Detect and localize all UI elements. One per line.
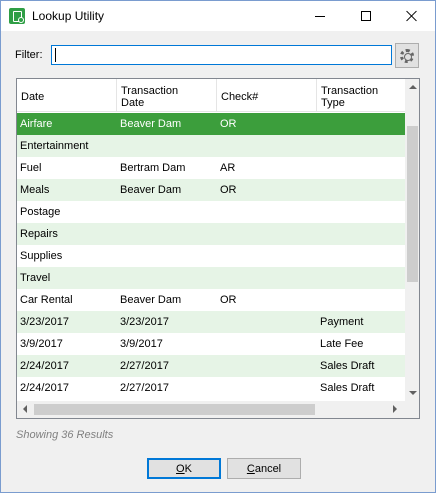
table-cell: Beaver Dam bbox=[120, 184, 182, 196]
column-header-date[interactable]: Date bbox=[17, 79, 117, 111]
vertical-scroll-thumb[interactable] bbox=[407, 126, 418, 282]
table-row[interactable]: Meals Beaver Dam OR bbox=[17, 179, 405, 201]
scroll-down-icon[interactable] bbox=[409, 391, 417, 395]
horizontal-scrollbar[interactable] bbox=[17, 401, 405, 418]
table-cell: Bertram Dam bbox=[120, 162, 186, 174]
table-cell: Travel bbox=[20, 272, 51, 284]
table-cell: Repairs bbox=[20, 228, 58, 240]
table-cell: 2/27/2017 bbox=[120, 382, 169, 394]
vertical-scrollbar[interactable] bbox=[405, 79, 419, 401]
table-cell: Meals bbox=[20, 184, 50, 196]
table-cell: 2/27/2017 bbox=[120, 360, 169, 372]
table-row[interactable]: Entertainment bbox=[17, 135, 405, 157]
table-cell: Beaver Dam bbox=[120, 118, 182, 130]
table-cell: 3/23/2017 bbox=[20, 316, 69, 328]
maximize-icon bbox=[361, 11, 371, 21]
filter-input[interactable] bbox=[51, 45, 392, 65]
table-row[interactable]: Car Rental Beaver Dam OR bbox=[17, 289, 405, 311]
scroll-right-icon[interactable] bbox=[393, 405, 397, 413]
table-cell: OR bbox=[220, 294, 237, 306]
column-header-transaction-date[interactable]: Transaction Date bbox=[117, 79, 217, 111]
table-row[interactable]: Supplies bbox=[17, 245, 405, 267]
table-row[interactable]: 2/24/2017 2/27/2017 Sales Draft bbox=[17, 355, 405, 377]
table-cell: OR bbox=[220, 184, 237, 196]
table-cell: Airfare bbox=[20, 118, 53, 130]
filter-label: Filter: bbox=[15, 49, 43, 61]
results-count: Showing 36 Results bbox=[16, 429, 114, 441]
table-row[interactable]: 3/9/2017 3/9/2017 Late Fee bbox=[17, 333, 405, 355]
table-cell: Sales Draft bbox=[320, 360, 375, 372]
table-cell: 3/9/2017 bbox=[20, 338, 63, 350]
text-caret bbox=[55, 48, 56, 62]
table-row[interactable]: 3/23/2017 3/23/2017 Payment bbox=[17, 311, 405, 333]
close-button[interactable] bbox=[389, 1, 435, 31]
table-row[interactable]: 2/24/2017 2/27/2017 Sales Draft bbox=[17, 377, 405, 399]
table-cell: 3/9/2017 bbox=[120, 338, 163, 350]
column-header-check-number[interactable]: Check# bbox=[217, 79, 317, 111]
table-cell: Sales Draft bbox=[320, 382, 375, 394]
ok-button[interactable]: OK bbox=[147, 458, 221, 479]
table-cell: Postage bbox=[20, 206, 61, 218]
grid-rows: Airfare Beaver Dam OR Entertainment Fuel Bert… bbox=[17, 113, 405, 399]
table-cell: 3/23/2017 bbox=[120, 316, 169, 328]
scroll-up-icon[interactable] bbox=[409, 85, 417, 89]
table-row[interactable]: Fuel Bertram Dam AR bbox=[17, 157, 405, 179]
results-grid[interactable]: Date Transaction Date Check# Transaction T… bbox=[16, 78, 420, 419]
maximize-button[interactable] bbox=[343, 1, 389, 31]
table-cell: Late Fee bbox=[320, 338, 364, 350]
title-bar[interactable]: Lookup Utility bbox=[1, 1, 435, 31]
lookup-window: Lookup Utility Filter: Date Transaction D… bbox=[0, 0, 436, 493]
minimize-icon bbox=[315, 15, 325, 17]
table-cell: Beaver Dam bbox=[120, 294, 182, 306]
window-title: Lookup Utility bbox=[32, 9, 105, 23]
table-row[interactable]: Repairs bbox=[17, 223, 405, 245]
app-icon bbox=[9, 8, 25, 24]
scroll-left-icon[interactable] bbox=[23, 405, 27, 413]
table-cell: Payment bbox=[320, 316, 364, 328]
table-cell: Entertainment bbox=[20, 140, 89, 152]
scrollbar-corner bbox=[405, 401, 419, 418]
cancel-button[interactable]: Cancel bbox=[227, 458, 301, 479]
table-cell: Fuel bbox=[20, 162, 42, 174]
table-row[interactable]: Travel bbox=[17, 267, 405, 289]
table-row[interactable]: Postage bbox=[17, 201, 405, 223]
table-cell: AR bbox=[220, 162, 236, 174]
column-header-transaction-type[interactable]: Transaction Type bbox=[317, 79, 405, 111]
gear-icon bbox=[400, 48, 414, 63]
grid-header: Date Transaction Date Check# Transaction T… bbox=[17, 79, 405, 112]
table-cell: OR bbox=[220, 118, 237, 130]
table-cell: 2/24/2017 bbox=[20, 382, 69, 394]
horizontal-scroll-thumb[interactable] bbox=[34, 404, 315, 415]
table-cell: Car Rental bbox=[20, 294, 73, 306]
table-cell: Supplies bbox=[20, 250, 63, 262]
table-row[interactable]: Airfare Beaver Dam OR bbox=[17, 113, 405, 135]
table-cell: 2/24/2017 bbox=[20, 360, 69, 372]
minimize-button[interactable] bbox=[297, 1, 343, 31]
settings-button[interactable] bbox=[395, 43, 419, 68]
close-icon bbox=[406, 10, 418, 22]
